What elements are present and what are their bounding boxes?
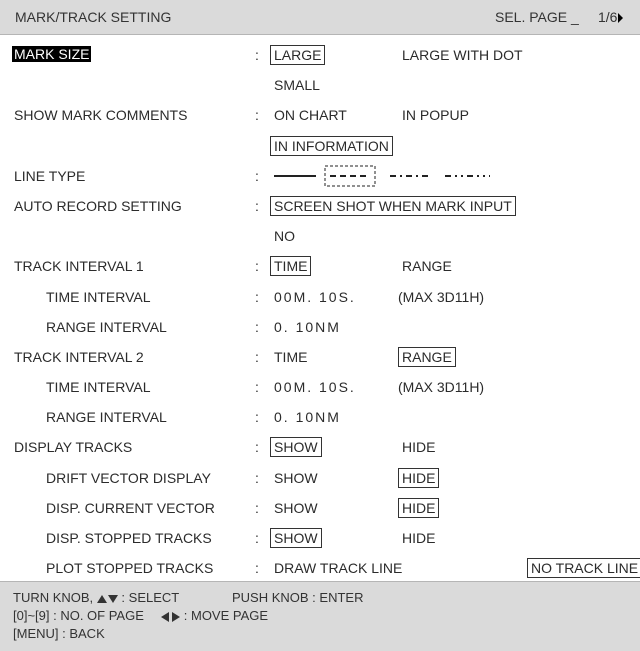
option-hide[interactable]: HIDE	[402, 439, 435, 455]
colon: :	[255, 409, 259, 426]
option-show[interactable]: SHOW	[274, 470, 318, 486]
colon: :	[255, 197, 259, 214]
range-interval-label: RANGE INTERVAL	[46, 409, 167, 426]
footer-line-2: [0]~[9] : NO. OF PAGE : MOVE PAGE	[13, 608, 268, 623]
option-show[interactable]: SHOW	[270, 528, 322, 548]
footer-line-1: TURN KNOB, : SELECT	[13, 590, 179, 605]
mark-size-label[interactable]: MARK SIZE	[12, 46, 92, 62]
colon: :	[255, 379, 259, 396]
option-in-information[interactable]: IN INFORMATION	[270, 135, 393, 156]
option-no-track-line[interactable]: NO TRACK LINE	[527, 558, 640, 579]
time-interval-max-note: (MAX 3D11H)	[398, 288, 485, 305]
page-indicator-text: 1/6	[598, 9, 618, 25]
option-draw-track-line[interactable]: DRAW TRACK LINE	[274, 560, 402, 576]
row-disp-stopped-tracks[interactable]: DISP. STOPPED TRACKS : SHOW HIDE	[0, 523, 640, 553]
colon: :	[255, 499, 259, 516]
range-interval-value[interactable]: 0. 10NM	[274, 409, 341, 425]
row-display-tracks[interactable]: DISPLAY TRACKS : SHOW HIDE	[0, 432, 640, 462]
line-type-options	[274, 165, 490, 187]
menu-header: MARK/TRACK SETTING SEL. PAGE _ 1/6	[0, 0, 640, 35]
option-no[interactable]: NO	[274, 228, 295, 244]
row-show-mark-comments[interactable]: SHOW MARK COMMENTS : ON CHART IN POPUP	[0, 100, 640, 130]
colon: :	[255, 288, 259, 305]
select-text: : SELECT	[121, 590, 180, 605]
range-interval-label: RANGE INTERVAL	[46, 318, 167, 335]
help-footer: TURN KNOB, : SELECT PUSH KNOB : ENTER [0…	[0, 581, 640, 651]
option-large-with-dot[interactable]: LARGE WITH DOT	[402, 47, 523, 63]
menu-back-text: [MENU] : BACK	[13, 626, 105, 641]
row-track-interval-2[interactable]: TRACK INTERVAL 2 : TIME RANGE	[0, 342, 640, 372]
row-time-interval-1[interactable]: TIME INTERVAL : 00M. 10S. (MAX 3D11H)	[0, 282, 640, 312]
option-time[interactable]: TIME	[270, 256, 312, 277]
page-indicator: 1/6	[598, 9, 624, 25]
colon: :	[255, 530, 259, 546]
colon: :	[255, 258, 259, 275]
track-interval-2-label: TRACK INTERVAL 2	[14, 348, 144, 365]
next-page-arrow-icon[interactable]	[618, 13, 624, 24]
push-knob-text: PUSH KNOB : ENTER	[232, 590, 364, 605]
show-mark-comments-label: SHOW MARK COMMENTS	[14, 107, 188, 124]
move-page-text: : MOVE PAGE	[183, 608, 269, 623]
settings-list: MARK SIZE : LARGE LARGE WITH DOT SMALL S…	[0, 40, 640, 583]
row-time-interval-2[interactable]: TIME INTERVAL : 00M. 10S. (MAX 3D11H)	[0, 372, 640, 402]
sel-page-label: SEL. PAGE _	[495, 9, 579, 25]
option-show[interactable]: SHOW	[270, 437, 322, 458]
row-range-interval-2[interactable]: RANGE INTERVAL : 0. 10NM	[0, 402, 640, 432]
row-range-interval-1[interactable]: RANGE INTERVAL : 0. 10NM	[0, 312, 640, 342]
option-range[interactable]: RANGE	[398, 346, 456, 367]
down-arrow-icon	[107, 594, 118, 603]
option-hide[interactable]: HIDE	[398, 467, 440, 488]
display-tracks-label: DISPLAY TRACKS	[14, 439, 133, 456]
right-arrow-icon	[172, 611, 181, 622]
time-interval-max-note: (MAX 3D11H)	[398, 379, 485, 396]
option-screen-shot[interactable]: SCREEN SHOT WHEN MARK INPUT	[270, 195, 516, 216]
row-show-mark-comments-2: IN INFORMATION	[0, 131, 640, 161]
row-disp-current-vector[interactable]: DISP. CURRENT VECTOR : SHOW HIDE	[0, 493, 640, 523]
row-drift-vector[interactable]: DRIFT VECTOR DISPLAY : SHOW HIDE	[0, 463, 640, 493]
option-on-chart[interactable]: ON CHART	[274, 107, 347, 123]
option-hide[interactable]: HIDE	[402, 530, 435, 546]
option-large[interactable]: LARGE	[270, 45, 326, 65]
disp-current-vector-label: DISP. CURRENT VECTOR	[46, 499, 215, 516]
line-type-label: LINE TYPE	[14, 167, 86, 184]
up-arrow-icon	[96, 594, 107, 603]
range-interval-value[interactable]: 0. 10NM	[274, 319, 341, 335]
colon: :	[255, 439, 259, 456]
row-plot-stopped-tracks[interactable]: PLOT STOPPED TRACKS : DRAW TRACK LINE NO…	[0, 553, 640, 583]
option-range[interactable]: RANGE	[402, 258, 452, 274]
colon: :	[255, 47, 259, 63]
colon: :	[255, 167, 259, 184]
option-in-popup[interactable]: IN POPUP	[402, 107, 469, 123]
turn-knob-text: TURN KNOB,	[13, 590, 94, 605]
row-line-type[interactable]: LINE TYPE :	[0, 161, 640, 191]
row-auto-record-2: NO	[0, 221, 640, 251]
drift-vector-label: DRIFT VECTOR DISPLAY	[46, 469, 211, 486]
option-time[interactable]: TIME	[274, 349, 307, 365]
page-number-keys-text: [0]~[9] : NO. OF PAGE	[13, 608, 144, 623]
time-interval-label: TIME INTERVAL	[46, 379, 151, 396]
colon: :	[255, 318, 259, 335]
plot-stopped-tracks-label: PLOT STOPPED TRACKS	[46, 560, 214, 577]
row-auto-record[interactable]: AUTO RECORD SETTING : SCREEN SHOT WHEN M…	[0, 191, 640, 221]
colon: :	[255, 469, 259, 486]
colon: :	[255, 107, 259, 124]
left-arrow-icon	[161, 611, 170, 622]
disp-stopped-tracks-label: DISP. STOPPED TRACKS	[46, 530, 212, 546]
auto-record-label: AUTO RECORD SETTING	[14, 197, 182, 214]
time-interval-label: TIME INTERVAL	[46, 288, 151, 305]
option-show[interactable]: SHOW	[274, 500, 318, 516]
option-hide[interactable]: HIDE	[398, 497, 440, 518]
time-interval-value[interactable]: 00M. 10S.	[274, 289, 356, 305]
row-mark-size-2: SMALL	[0, 70, 640, 100]
time-interval-value[interactable]: 00M. 10S.	[274, 379, 356, 395]
colon: :	[255, 560, 259, 577]
row-mark-size[interactable]: MARK SIZE : LARGE LARGE WITH DOT	[0, 40, 640, 70]
row-track-interval-1[interactable]: TRACK INTERVAL 1 : TIME RANGE	[0, 251, 640, 281]
colon: :	[255, 348, 259, 365]
option-small[interactable]: SMALL	[274, 77, 320, 93]
menu-title: MARK/TRACK SETTING	[15, 9, 172, 25]
track-interval-1-label: TRACK INTERVAL 1	[14, 258, 144, 275]
